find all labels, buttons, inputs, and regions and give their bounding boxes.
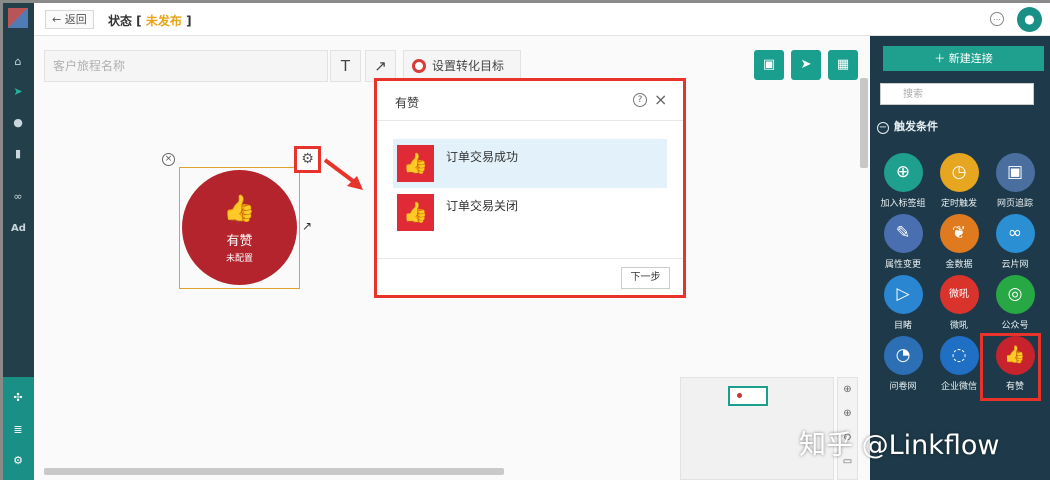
list-icon[interactable]: ≣ (11, 423, 25, 437)
collapse-icon[interactable]: − (877, 122, 889, 134)
enterprise-wechat-icon: ◌ (939, 336, 979, 375)
right-panel: ＋ 新建连接 🔍 −触发条件 ⊕加入标签组◷定时触发▣网页追踪✎属性变更❦金数据… (870, 36, 1050, 480)
youzan-node-circle[interactable]: 👍 有赞 未配置 (182, 170, 297, 285)
target-icon (412, 59, 426, 73)
layout-button[interactable]: ▦ (828, 50, 858, 80)
trigger-section-header[interactable]: − 触发条件 (877, 118, 938, 134)
tile-label: 网页追踪 (996, 199, 1033, 209)
tile-label: 属性变更 (884, 260, 921, 270)
trigger-tile-cloud[interactable]: ∞ 云片网 (987, 214, 1043, 274)
wechat-icon: ◎ (995, 275, 1035, 314)
weihou-icon: 微吼 (939, 275, 979, 314)
status-prefix: 状态 [ (108, 14, 142, 28)
chart-icon[interactable]: ▮ (11, 147, 25, 161)
minimap-viewport[interactable] (728, 386, 768, 406)
option-label: 订单交易成功 (446, 150, 519, 164)
dialog-header: 有赞 ? × (377, 81, 683, 121)
app-window: ⌂ ➤ ● ▮ ∞ Ad ✣ ≣ ⚙ ← 返回 状态 [ 未发布 ] … ● T… (0, 0, 1050, 480)
avatar[interactable]: ● (1017, 7, 1042, 32)
set-goal-label: 设置转化目标 (432, 59, 505, 73)
top-header: ← 返回 状态 [ 未发布 ] … ● (34, 3, 1050, 36)
trigger-tile-user-plus[interactable]: ⊕ 加入标签组 (875, 153, 931, 213)
home-icon[interactable]: ⌂ (11, 55, 25, 69)
canvas-horizontal-scrollbar[interactable] (44, 468, 504, 475)
clock-icon: ◷ (939, 153, 979, 192)
search-input[interactable] (880, 83, 1034, 105)
thumb-icon: 👍 (397, 145, 434, 182)
send-icon[interactable]: ➤ (11, 85, 25, 99)
cloud-icon: ∞ (995, 214, 1035, 253)
option-order-success[interactable]: 👍 订单交易成功 (393, 139, 667, 188)
plant-icon: ❦ (939, 214, 979, 253)
new-connection-button[interactable]: ＋ 新建连接 (883, 46, 1044, 71)
publish-button[interactable]: ➤ (791, 50, 821, 80)
node-status: 未配置 (225, 254, 253, 264)
left-sidebar: ⌂ ➤ ● ▮ ∞ Ad ✣ ≣ ⚙ (3, 3, 34, 480)
trigger-tile-survey[interactable]: ◔ 问卷网 (875, 336, 931, 396)
option-label: 订单交易关闭 (446, 199, 519, 213)
youzan-node[interactable]: 👍 有赞 未配置 (179, 167, 300, 289)
tile-label: 目睹 (893, 321, 912, 331)
ad-icon[interactable]: Ad (11, 222, 26, 236)
play-icon: ▷ (883, 275, 923, 314)
trigger-tile-web[interactable]: ▣ 网页追踪 (987, 153, 1043, 213)
journey-name-input[interactable] (44, 50, 328, 82)
canvas-vertical-scrollbar[interactable] (860, 78, 868, 168)
status-value: 未发布 (145, 14, 182, 28)
trigger-select-dialog: 有赞 ? × 👍 订单交易成功 👍 订单交易关闭 下一步 (374, 78, 686, 298)
trigger-tile-edit[interactable]: ✎ 属性变更 (875, 214, 931, 274)
tile-label: 加入标签组 (880, 199, 926, 209)
app-logo (8, 8, 28, 28)
user-plus-icon: ⊕ (883, 153, 923, 192)
watermark: 知乎 @Linkflow (799, 430, 1000, 461)
close-icon[interactable]: × (654, 90, 667, 109)
node-name: 有赞 (226, 234, 253, 249)
node-connector-icon[interactable]: ↗ (302, 219, 312, 233)
trigger-tile-enterprise-wechat[interactable]: ◌ 企业微信 (931, 336, 987, 396)
share-icon[interactable]: ✣ (11, 391, 25, 405)
tile-label: 微吼 (949, 321, 968, 331)
wechat-icon[interactable]: ∞ (11, 190, 25, 204)
thumb-icon: 👍 (397, 194, 434, 231)
trigger-tile-plant[interactable]: ❦ 金数据 (931, 214, 987, 274)
chat-icon[interactable]: … (990, 12, 1004, 26)
left-bottom-tools: ✣ ≣ ⚙ (3, 377, 34, 480)
trigger-tile-weihou[interactable]: 微吼 微吼 (931, 275, 987, 335)
callout-arrow-icon (323, 158, 363, 190)
back-button[interactable]: ← 返回 (45, 10, 94, 29)
option-order-closed[interactable]: 👍 订单交易关闭 (393, 188, 667, 237)
trigger-tile-play[interactable]: ▷ 目睹 (875, 275, 931, 335)
status-suffix: ] (186, 14, 192, 28)
text-tool-button[interactable]: T (330, 50, 361, 82)
trigger-tile-wechat[interactable]: ◎ 公众号 (987, 275, 1043, 335)
edit-icon: ✎ (883, 214, 923, 253)
gear-icon[interactable]: ⚙ (11, 454, 25, 468)
tile-label: 云片网 (1001, 260, 1029, 270)
tile-label: 公众号 (1001, 321, 1029, 331)
node-delete-icon[interactable]: × (162, 153, 175, 166)
thumb-icon: 👍 (223, 194, 256, 224)
node-settings-icon[interactable]: ⚙ (294, 146, 321, 173)
dialog-footer: 下一步 (377, 258, 683, 295)
next-step-button[interactable]: 下一步 (621, 267, 670, 289)
trigger-tile-clock[interactable]: ◷ 定时触发 (931, 153, 987, 213)
tile-label: 企业微信 (940, 382, 977, 392)
help-icon[interactable]: ? (633, 93, 647, 107)
tile-label: 定时触发 (940, 199, 977, 209)
locate-icon[interactable]: ⊕ (838, 378, 857, 402)
minimap-node (737, 393, 742, 398)
survey-icon: ◔ (883, 336, 923, 375)
dialog-title: 有赞 (395, 96, 420, 110)
save-button[interactable]: ▣ (754, 50, 784, 80)
youzan-tile-highlight (980, 333, 1041, 401)
user-icon[interactable]: ● (11, 116, 25, 130)
section-label: 触发条件 (894, 120, 938, 133)
web-icon: ▣ (995, 153, 1035, 192)
tile-label: 金数据 (945, 260, 973, 270)
status-indicator: 状态 [ 未发布 ] (108, 12, 192, 29)
tile-label: 问卷网 (889, 382, 917, 392)
